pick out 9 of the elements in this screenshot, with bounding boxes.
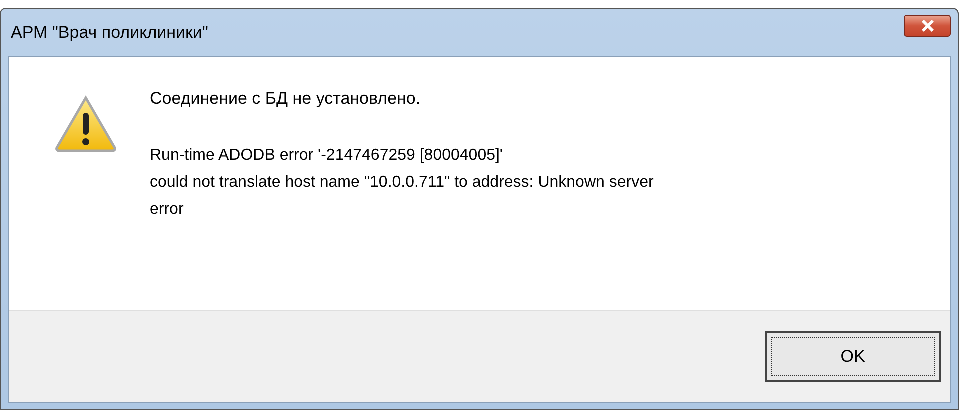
error-text: Run-time ADODB error '-2147467259 [80004005]': [150, 146, 504, 166]
message-heading: Соединение с БД не установлено.: [150, 88, 422, 110]
window-title: АРМ "Врач поликлиники": [11, 22, 208, 44]
error-text: error: [150, 200, 185, 220]
close-icon: [920, 20, 934, 32]
ok-button[interactable]: OK: [765, 331, 941, 382]
warning-icon: [54, 95, 118, 153]
close-button[interactable]: [904, 14, 951, 36]
error-text: could not translate host name "10.0.0.711" to address: Unknown server: [150, 173, 654, 193]
